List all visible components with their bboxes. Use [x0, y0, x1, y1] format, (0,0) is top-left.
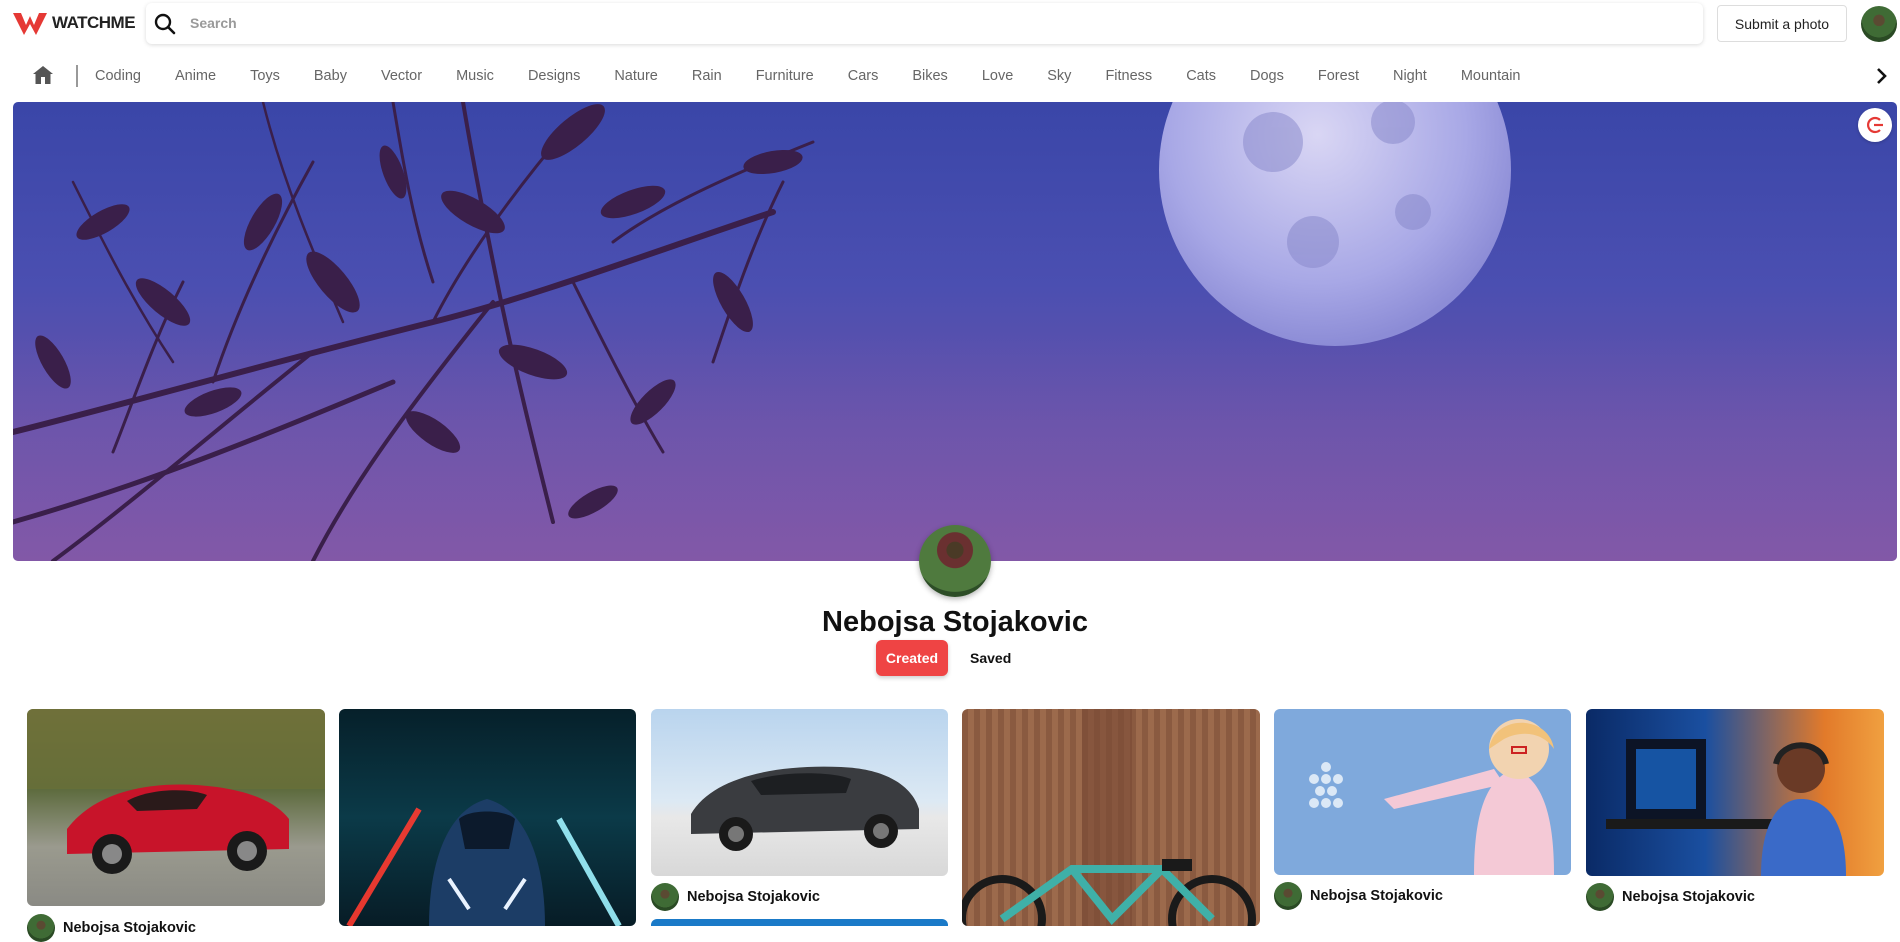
pin-card[interactable]	[651, 709, 948, 876]
category-dogs[interactable]: Dogs	[1233, 67, 1301, 85]
tab-created[interactable]: Created	[876, 640, 948, 676]
category-designs[interactable]: Designs	[511, 67, 597, 85]
logo[interactable]: WATCHME	[12, 9, 136, 37]
pin-card[interactable]	[962, 709, 1260, 926]
author-avatar	[27, 914, 55, 942]
category-anime[interactable]: Anime	[158, 67, 233, 85]
author-avatar	[1586, 883, 1614, 911]
author-avatar	[651, 883, 679, 911]
pin-card[interactable]	[339, 709, 636, 926]
pin-author[interactable]: Nebojsa Stojakovic	[1586, 883, 1755, 911]
author-name: Nebojsa Stojakovic	[1622, 889, 1755, 905]
tab-saved[interactable]: Saved	[964, 650, 1017, 666]
author-name: Nebojsa Stojakovic	[63, 920, 196, 936]
category-cats[interactable]: Cats	[1169, 67, 1233, 85]
top-bar: WATCHME Submit a photo	[0, 0, 1900, 48]
pin-image	[1606, 739, 1846, 876]
profile-avatar	[919, 525, 991, 597]
search-input[interactable]	[190, 11, 1670, 35]
chevron-right-icon[interactable]	[1875, 66, 1889, 86]
category-bikes[interactable]: Bikes	[895, 67, 964, 85]
profile-name: Nebojsa Stojakovic	[822, 606, 1088, 638]
pin-image	[691, 766, 919, 851]
user-avatar[interactable]	[1861, 6, 1897, 42]
logout-button[interactable]	[1858, 108, 1892, 142]
profile-banner	[13, 102, 1897, 561]
author-name: Nebojsa Stojakovic	[687, 889, 820, 905]
category-toys[interactable]: Toys	[233, 67, 297, 85]
logout-icon	[1867, 116, 1883, 134]
banner-image	[13, 102, 1897, 561]
category-baby[interactable]: Baby	[297, 67, 364, 85]
search-icon	[154, 13, 176, 35]
pin-card[interactable]	[1586, 709, 1884, 876]
category-cars[interactable]: Cars	[831, 67, 896, 85]
pin-author[interactable]: Nebojsa Stojakovic	[27, 914, 196, 942]
pin-card[interactable]	[27, 709, 325, 906]
logo-text: WATCHME	[52, 13, 136, 32]
pin-image	[346, 799, 622, 926]
pin-author[interactable]: Nebojsa Stojakovic	[651, 883, 820, 911]
category-mountain[interactable]: Mountain	[1444, 67, 1538, 85]
submit-photo-button[interactable]: Submit a photo	[1717, 5, 1847, 42]
category-fitness[interactable]: Fitness	[1088, 67, 1169, 85]
profile-tabs: Created Saved	[876, 640, 1017, 676]
category-sky[interactable]: Sky	[1030, 67, 1088, 85]
pin-author[interactable]: Nebojsa Stojakovic	[1274, 882, 1443, 910]
category-love[interactable]: Love	[965, 67, 1030, 85]
category-nature[interactable]: Nature	[597, 67, 675, 85]
category-forest[interactable]: Forest	[1301, 67, 1376, 85]
pin-image	[962, 709, 1256, 926]
home-icon[interactable]	[32, 64, 54, 86]
watchme-logo-icon	[13, 12, 47, 35]
author-name: Nebojsa Stojakovic	[1310, 888, 1443, 904]
category-list: Coding Anime Toys Baby Vector Music Desi…	[78, 67, 1537, 85]
pin-image	[1309, 719, 1554, 875]
author-avatar	[1274, 882, 1302, 910]
category-night[interactable]: Night	[1376, 67, 1444, 85]
pin-card[interactable]	[651, 919, 948, 926]
category-rain[interactable]: Rain	[675, 67, 739, 85]
category-furniture[interactable]: Furniture	[739, 67, 831, 85]
category-vector[interactable]: Vector	[364, 67, 439, 85]
pin-image	[27, 709, 325, 874]
category-music[interactable]: Music	[439, 67, 511, 85]
category-coding[interactable]: Coding	[78, 67, 158, 85]
search-bar[interactable]	[146, 3, 1703, 44]
pin-card[interactable]	[1274, 709, 1571, 875]
